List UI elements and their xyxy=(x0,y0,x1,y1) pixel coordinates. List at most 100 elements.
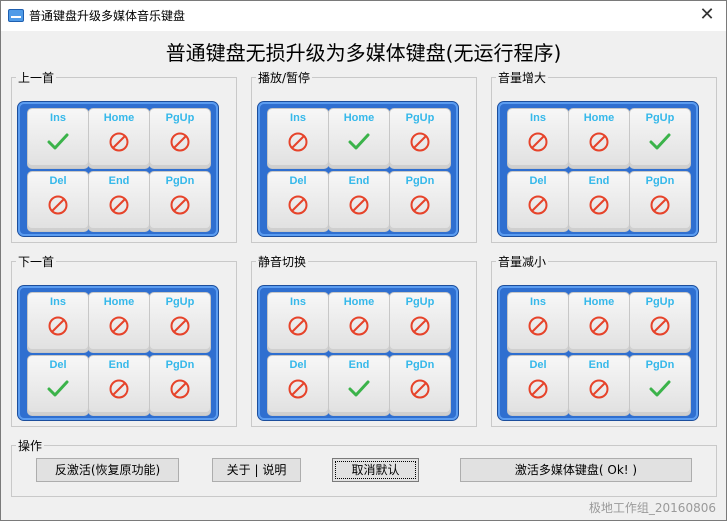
key-label: Del xyxy=(49,175,67,187)
key-pgup[interactable]: PgUp xyxy=(629,292,691,353)
key-label: End xyxy=(108,359,130,371)
key-label: Home xyxy=(103,112,135,124)
group-label: 音量减小 xyxy=(498,255,547,269)
key-del[interactable]: Del xyxy=(267,171,329,232)
key-ins[interactable]: Ins xyxy=(27,292,89,353)
key-home[interactable]: Home xyxy=(88,292,150,353)
key-home[interactable]: Home xyxy=(88,108,150,169)
key-grid: Ins Home PgUp Del End PgDn xyxy=(498,286,698,420)
key-pgdn[interactable]: PgDn xyxy=(149,355,211,416)
deactivate-restore-button[interactable]: 反激活(恢复原功能) xyxy=(36,458,179,482)
key-label: PgDn xyxy=(405,175,435,187)
key-ins[interactable]: Ins xyxy=(507,108,569,169)
key-del[interactable]: Del xyxy=(507,171,569,232)
group-label: 播放/暂停 xyxy=(258,71,311,85)
key-del[interactable]: Del xyxy=(27,355,89,416)
key-label: PgDn xyxy=(645,175,675,187)
key-pgup[interactable]: PgUp xyxy=(389,108,451,169)
prohibited-icon xyxy=(109,316,129,336)
prohibited-icon xyxy=(170,379,190,399)
key-label: PgDn xyxy=(405,359,435,371)
key-end[interactable]: End xyxy=(88,171,150,232)
key-del[interactable]: Del xyxy=(27,171,89,232)
actions-label: 操作 xyxy=(18,439,43,453)
key-label: PgUp xyxy=(405,112,435,124)
key-grid: Ins Home PgUp Del End PgDn xyxy=(258,286,458,420)
key-label: Ins xyxy=(290,112,306,124)
title-bar: 普通键盘升级多媒体音乐键盘 ✕ xyxy=(1,1,726,31)
key-label: End xyxy=(588,175,610,187)
prohibited-icon xyxy=(48,316,68,336)
key-pgdn[interactable]: PgDn xyxy=(629,355,691,416)
key-label: PgUp xyxy=(405,296,435,308)
key-end[interactable]: End xyxy=(568,355,630,416)
group-next-track: 下一首 Ins Home PgUp Del End PgDn xyxy=(11,253,237,427)
prohibited-icon xyxy=(170,195,190,215)
key-ins[interactable]: Ins xyxy=(267,108,329,169)
key-label: Ins xyxy=(50,296,66,308)
key-label: Del xyxy=(529,359,547,371)
key-label: Ins xyxy=(290,296,306,308)
prohibited-icon xyxy=(349,195,369,215)
key-label: Del xyxy=(529,175,547,187)
key-label: Del xyxy=(289,359,307,371)
group-label: 下一首 xyxy=(18,255,55,269)
key-end[interactable]: End xyxy=(328,171,390,232)
prohibited-icon xyxy=(650,195,670,215)
key-del[interactable]: Del xyxy=(507,355,569,416)
key-ins[interactable]: Ins xyxy=(267,292,329,353)
key-ins[interactable]: Ins xyxy=(507,292,569,353)
key-del[interactable]: Del xyxy=(267,355,329,416)
prohibited-icon xyxy=(589,195,609,215)
key-label: Del xyxy=(49,359,67,371)
prohibited-icon xyxy=(410,195,430,215)
prohibited-icon xyxy=(109,379,129,399)
key-pgdn[interactable]: PgDn xyxy=(389,355,451,416)
key-label: Home xyxy=(343,112,375,124)
close-button[interactable]: ✕ xyxy=(694,3,720,27)
key-label: Ins xyxy=(530,296,546,308)
key-pgup[interactable]: PgUp xyxy=(149,108,211,169)
key-label: Home xyxy=(103,296,135,308)
key-pgdn[interactable]: PgDn xyxy=(149,171,211,232)
key-label: Del xyxy=(289,175,307,187)
key-home[interactable]: Home xyxy=(328,292,390,353)
group-previous-track: 上一首 Ins Home PgUp Del End PgDn xyxy=(11,69,237,243)
key-label: Home xyxy=(583,296,615,308)
check-icon xyxy=(47,133,69,150)
key-grid: Ins Home PgUp Del End PgDn xyxy=(18,102,218,236)
key-pgdn[interactable]: PgDn xyxy=(629,171,691,232)
window-title: 普通键盘升级多媒体音乐键盘 xyxy=(29,9,186,23)
key-home[interactable]: Home xyxy=(568,292,630,353)
check-icon xyxy=(649,380,671,397)
key-pgup[interactable]: PgUp xyxy=(629,108,691,169)
check-icon xyxy=(47,380,69,397)
key-label: PgDn xyxy=(165,359,195,371)
prohibited-icon xyxy=(288,379,308,399)
key-label: PgDn xyxy=(165,175,195,187)
activate-button[interactable]: 激活多媒体键盘( Ok! ) xyxy=(460,458,692,482)
key-label: PgUp xyxy=(645,112,675,124)
key-ins[interactable]: Ins xyxy=(27,108,89,169)
key-end[interactable]: End xyxy=(328,355,390,416)
key-pgdn[interactable]: PgDn xyxy=(389,171,451,232)
key-grid: Ins Home PgUp Del End PgDn xyxy=(258,102,458,236)
key-end[interactable]: End xyxy=(568,171,630,232)
key-pgup[interactable]: PgUp xyxy=(149,292,211,353)
prohibited-icon xyxy=(288,316,308,336)
key-label: PgUp xyxy=(165,296,195,308)
prohibited-icon xyxy=(48,195,68,215)
cancel-default-button[interactable]: 取消默认 xyxy=(332,458,419,482)
key-home[interactable]: Home xyxy=(328,108,390,169)
key-label: PgDn xyxy=(645,359,675,371)
about-button[interactable]: 关于 | 说明 xyxy=(212,458,301,482)
prohibited-icon xyxy=(109,195,129,215)
key-end[interactable]: End xyxy=(88,355,150,416)
prohibited-icon xyxy=(528,316,548,336)
group-label: 音量增大 xyxy=(498,71,547,85)
key-pgup[interactable]: PgUp xyxy=(389,292,451,353)
prohibited-icon xyxy=(349,316,369,336)
key-home[interactable]: Home xyxy=(568,108,630,169)
key-label: Home xyxy=(583,112,615,124)
keyboard-app-icon xyxy=(8,9,24,22)
